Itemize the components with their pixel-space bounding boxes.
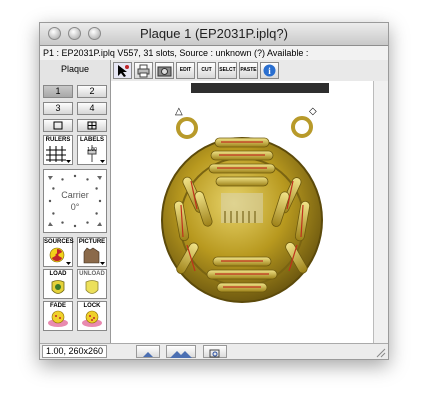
camera-icon [157,66,172,77]
plaque-window: Plaque 1 (EP2031P.iplq?) P1 : EP2031P.ip… [39,22,389,360]
fade-tool[interactable]: FADE [43,301,73,331]
unload-tool[interactable]: UNLOAD [77,269,107,299]
select-button[interactable]: SELCT [218,62,237,79]
mountain-large-icon [170,351,192,358]
marker-b: ◇ [309,106,317,117]
photo-button[interactable] [155,62,174,79]
load-label: LOAD [49,271,67,277]
lock-label: LOCK [83,303,101,309]
eyelet-right [291,116,313,138]
picture-label: PICTURE [78,239,106,245]
edit-label: EDIT [179,67,192,73]
plaque-top-strip [191,83,329,93]
fade-label: FADE [49,303,66,309]
paste-label: PASTE [240,67,257,73]
mountain-small-icon [143,352,153,357]
pointer-tool-button[interactable] [113,62,132,79]
status-bar: 1.00, 260x260 [40,343,388,359]
vertical-scrollbar[interactable] [373,81,388,343]
zoom-large-button[interactable] [166,345,196,358]
single-view-button[interactable] [43,119,73,132]
labels-label: LABELS [80,137,104,143]
plaque-2-button[interactable]: 2 [77,85,107,98]
marker-a: △ [175,106,183,117]
plaque-image: △ ◇ [161,83,329,303]
select-label: SELCT [219,67,236,73]
labels-value: 1.00 [87,147,97,153]
magnifier-icon [209,349,220,358]
quad-view-button[interactable] [77,119,107,132]
dial-ticks [48,174,102,228]
lock-tool[interactable]: LOCK [77,301,107,331]
paste-button[interactable]: PASTE [239,62,258,79]
labels-tool[interactable]: LABELS 1.00 [77,135,107,165]
plaque-3-button[interactable]: 3 [43,102,73,115]
carrier-dial[interactable]: Carrier 0° [43,169,107,233]
printer-icon [137,64,150,78]
window-title: Plaque 1 (EP2031P.iplq?) [140,26,288,41]
eyelet-left [176,117,198,139]
plaque-canvas[interactable]: △ ◇ [111,81,373,343]
title-bar: Plaque 1 (EP2031P.iplq?) [40,23,388,46]
cut-button[interactable]: CUT [197,62,216,79]
resize-grip-icon[interactable] [374,346,386,358]
rulers-tool[interactable]: RULERS [43,135,73,165]
toolbar: EDIT CUT SELCT PASTE i [111,60,388,81]
edit-button[interactable]: EDIT [176,62,195,79]
picture-tool[interactable]: PICTURE [77,237,107,267]
dial-label: Carrier [61,190,89,200]
dial-angle: 0° [70,202,80,212]
sidebar: Plaque 1 2 3 4 RULERS LABELS 1.00 Carrie… [40,60,111,343]
load-tool[interactable]: LOAD [43,269,73,299]
print-button[interactable] [134,62,153,79]
info-button[interactable]: i [260,62,279,79]
plaque-1-button[interactable]: 1 [43,85,73,98]
cut-label: CUT [201,67,212,73]
single-square-icon [53,121,63,130]
sources-tool[interactable]: SOURCES [43,237,74,267]
plaque-label: Plaque [60,64,90,74]
zoom-small-button[interactable] [136,345,160,358]
info-icon: i [263,64,276,77]
plaque-4-button[interactable]: 4 [77,102,107,115]
rulers-label: RULERS [45,137,71,143]
plaque-info-line: P1 : EP2031P.iplq V557, 31 slots, Source… [40,46,388,60]
sources-label: SOURCES [44,239,74,245]
grid-icon [87,121,97,130]
unload-label: UNLOAD [79,271,105,277]
zoom-readout: 1.00, 260x260 [42,345,107,358]
arrow-cursor-icon [118,65,129,77]
plaque-center [221,193,263,223]
fit-view-button[interactable] [203,345,227,358]
